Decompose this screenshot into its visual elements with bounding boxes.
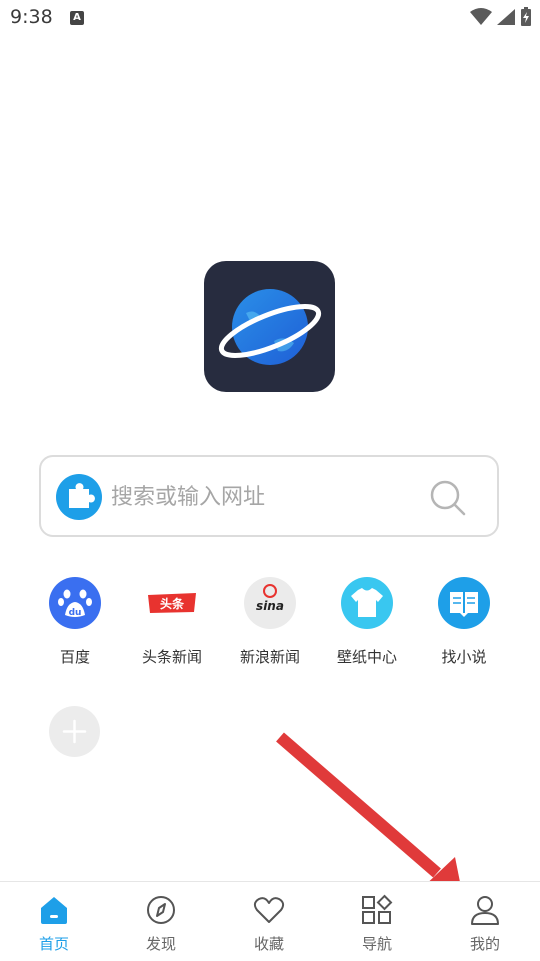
- planet-logo-icon: [218, 289, 322, 365]
- nav-label: 发现: [145, 935, 176, 953]
- add-shortcut-button[interactable]: [49, 706, 100, 757]
- toutiao-icon-text: 头条: [160, 596, 185, 611]
- shortcut-label: 壁纸中心: [336, 648, 397, 666]
- shortcut-wallpaper[interactable]: 壁纸中心: [318, 577, 416, 677]
- tshirt-icon: [341, 577, 393, 629]
- home-icon: [41, 897, 67, 924]
- book-icon: [438, 577, 490, 629]
- shortcut-grid: du 百度 头条 头条新闻 sina 新浪新闻 壁纸中心 找小说: [26, 577, 516, 677]
- shortcut-label: 百度: [59, 648, 90, 666]
- baidu-icon-text: du: [69, 608, 82, 618]
- search-input[interactable]: [111, 477, 411, 517]
- nav-label: 导航: [361, 935, 392, 953]
- shortcut-label: 新浪新闻: [239, 648, 300, 666]
- toutiao-icon: 头条: [146, 577, 198, 629]
- compass-icon: [147, 896, 175, 924]
- heart-icon: [253, 897, 285, 923]
- nav-navigation[interactable]: 导航: [323, 882, 431, 961]
- search-icon[interactable]: [429, 479, 467, 517]
- plus-icon: [62, 719, 87, 744]
- shortcut-baidu[interactable]: du 百度: [26, 577, 124, 677]
- app-logo: [204, 261, 335, 392]
- bottom-navigation: 首页 发现 收藏 导航 我的: [0, 881, 540, 961]
- nav-home[interactable]: 首页: [0, 882, 108, 961]
- grid-icon: [362, 894, 393, 924]
- shortcut-label: 头条新闻: [141, 648, 202, 666]
- status-time: 9:38: [10, 6, 53, 28]
- sina-icon-text: sina: [256, 599, 284, 613]
- nav-mine[interactable]: 我的: [431, 882, 539, 961]
- user-icon: [471, 896, 499, 925]
- puzzle-extension-icon[interactable]: [56, 474, 102, 520]
- shortcut-toutiao[interactable]: 头条 头条新闻: [123, 577, 221, 677]
- status-bar: 9:38 A: [0, 0, 540, 36]
- nav-label: 收藏: [253, 935, 284, 953]
- nav-discover[interactable]: 发现: [107, 882, 215, 961]
- shortcut-novel[interactable]: 找小说: [415, 577, 513, 677]
- shortcut-label: 找小说: [441, 648, 487, 666]
- nav-favorites[interactable]: 收藏: [215, 882, 323, 961]
- shortcut-sina[interactable]: sina 新浪新闻: [221, 577, 319, 677]
- battery-icon: [521, 7, 531, 26]
- notification-a-icon: A: [70, 11, 84, 25]
- status-icons: [470, 6, 532, 28]
- wifi-icon: [470, 8, 492, 25]
- signal-icon: [497, 9, 515, 25]
- search-bar[interactable]: [39, 455, 499, 537]
- nav-label: 我的: [469, 935, 500, 953]
- sina-icon: sina: [244, 577, 296, 629]
- nav-label: 首页: [38, 935, 69, 953]
- baidu-icon: du: [49, 577, 101, 629]
